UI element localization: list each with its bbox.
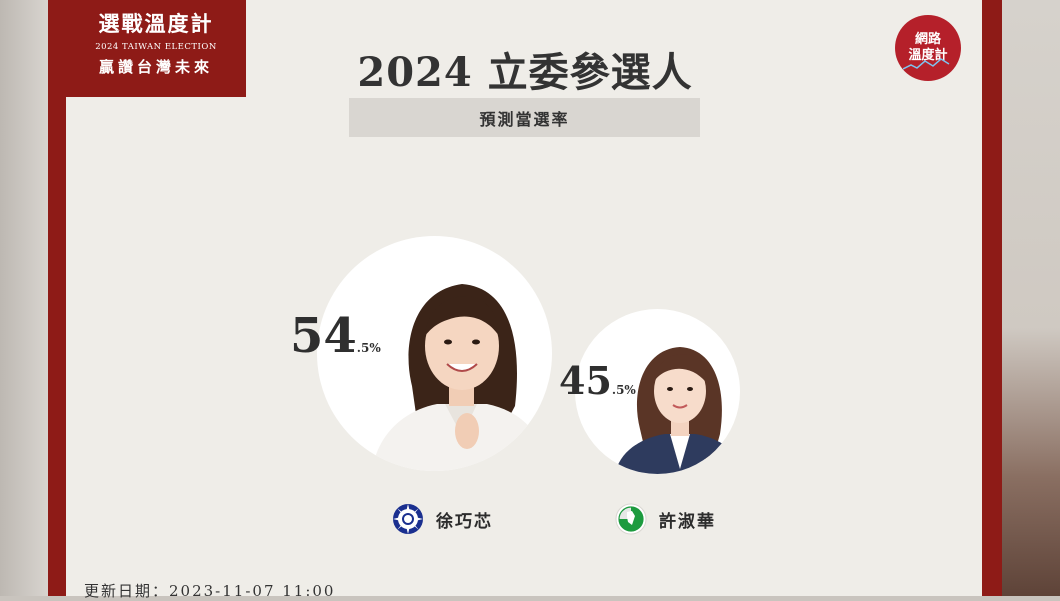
page-title: 2024 立委參選人 [357, 49, 693, 96]
logo-line-1: 網路 [914, 31, 941, 47]
logo-chart-icon [903, 58, 950, 70]
site-logo: 網路 溫度計 [895, 15, 961, 81]
candidate-1-name: 徐巧芯 [436, 511, 493, 532]
page-subtitle: 預測當選率 [349, 98, 700, 137]
candidate-1-rate-main: 54 [290, 308, 357, 364]
badge-subtitle-en: 2024 TAIWAN ELECTION [95, 42, 217, 52]
background-blur-left [0, 0, 48, 596]
candidate-1-rate: 54.5% [290, 308, 381, 364]
brand-badge: 選戰溫度計 2024 TAIWAN ELECTION 贏讚台灣未來 [66, 0, 246, 97]
candidate-2-rate-decimal: .5% [611, 383, 636, 397]
dpp-emblem-icon [615, 503, 647, 535]
candidate-2-rate: 45.5% [559, 358, 636, 403]
background-blur-right [1000, 0, 1060, 596]
candidate-1-rate-decimal: .5% [356, 341, 381, 355]
kmt-emblem-icon [393, 504, 423, 534]
candidate-1-label: 徐巧芯 [392, 503, 493, 535]
badge-title: 選戰溫度計 [98, 11, 214, 36]
update-timestamp: 更新日期：2023-11-07 11:00 [84, 582, 336, 600]
badge-slogan: 贏讚台灣未來 [98, 58, 213, 76]
candidate-2-name: 許淑華 [659, 511, 716, 532]
candidate-2-rate-main: 45 [559, 358, 612, 403]
candidate-2-label: 許淑華 [615, 503, 716, 535]
